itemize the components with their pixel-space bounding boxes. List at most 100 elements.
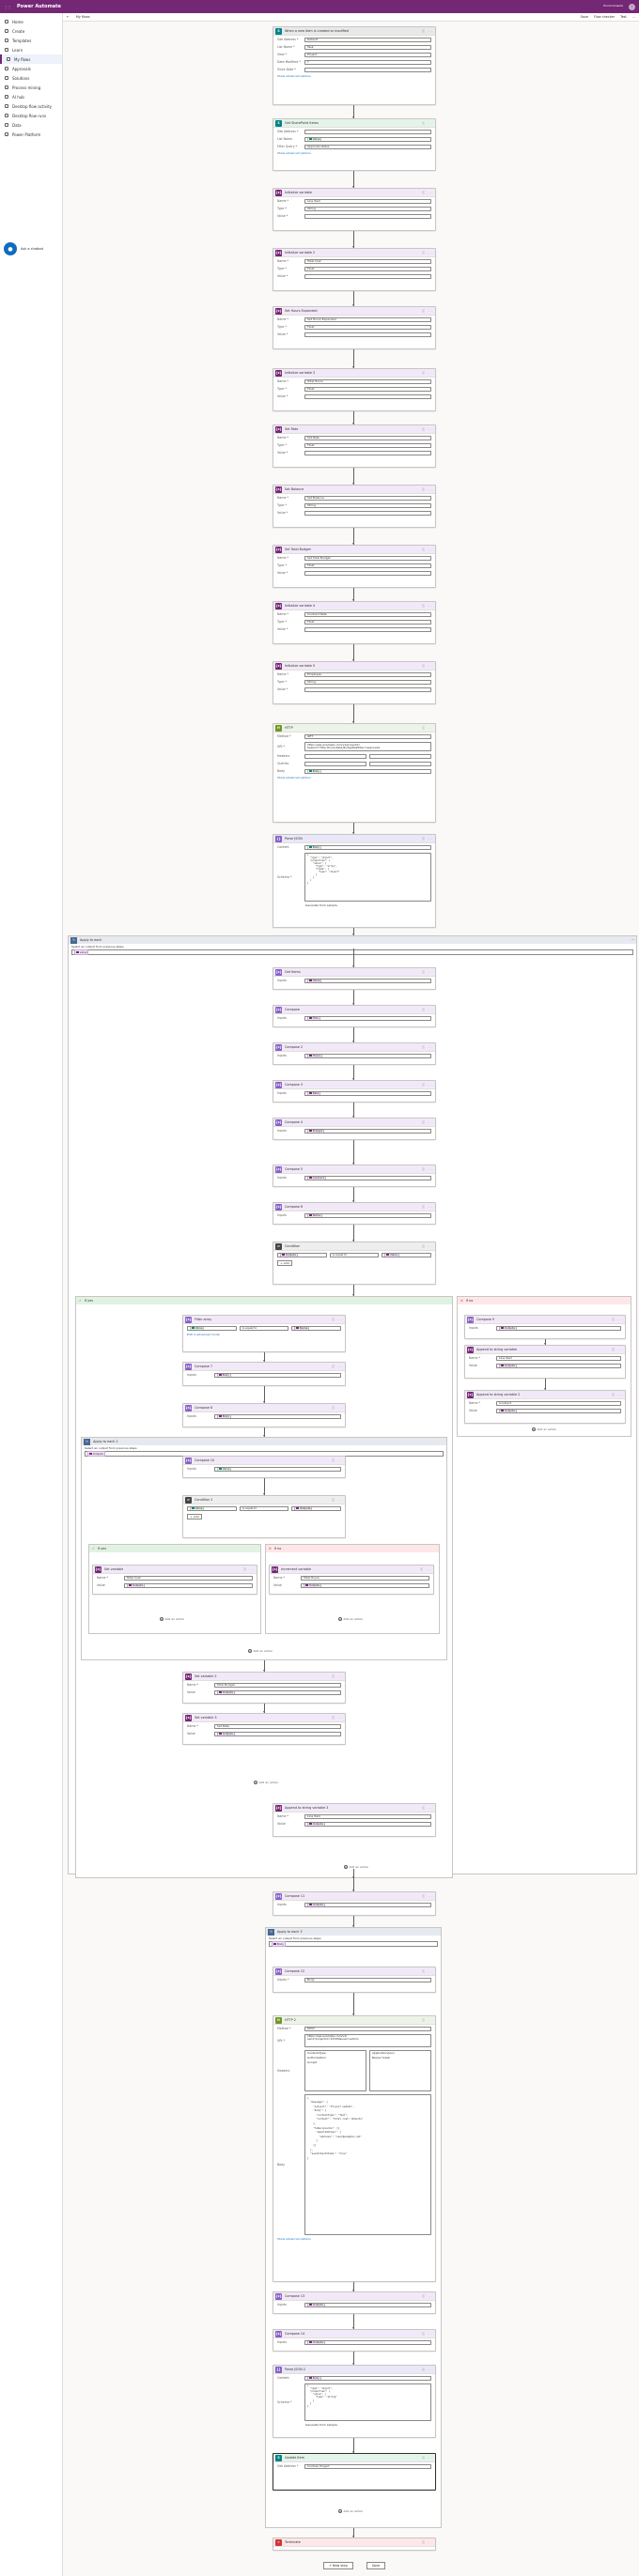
field-input[interactable]: String <box>304 502 431 508</box>
action-header[interactable]: {x} Initialize variable ⓘ ··· <box>273 189 435 197</box>
condition-left[interactable]: Outputs <box>277 1252 327 1257</box>
action-card[interactable]: {x} Compose 11 ⓘ ··· Inputs Outputs <box>273 1891 436 1916</box>
nav-item[interactable]: Create <box>0 26 62 36</box>
field-input[interactable]: Set Balance <box>304 495 431 501</box>
nav-item[interactable]: Data <box>0 120 62 130</box>
field-input[interactable]: Contract <box>496 1400 621 1406</box>
field-input[interactable]: Task <box>304 44 431 50</box>
add-action-button[interactable]: + Add an action <box>338 1617 363 1621</box>
action-header[interactable]: {x} Get Items ⓘ ··· <box>273 968 435 977</box>
field-input[interactable]: Contoso Project <box>304 2463 431 2469</box>
action-header[interactable]: {x} Set Rate ⓘ ··· <box>273 425 435 434</box>
more-options-icon[interactable]: ⓘ ··· <box>422 604 433 608</box>
generate-from-sample-button[interactable]: Generate from sample <box>302 2422 435 2428</box>
filter-right[interactable]: Name <box>291 1325 342 1331</box>
more-options-icon[interactable]: ⓘ ··· <box>422 1205 433 1209</box>
dynamic-content-token[interactable]: Contract <box>307 1176 326 1180</box>
action-card[interactable]: {x} Compose 14 ⓘ ··· Inputs Outputs <box>273 2329 436 2352</box>
field-input[interactable]: Value <box>214 1466 341 1472</box>
key-field[interactable] <box>304 753 366 759</box>
field-input[interactable]: Hours <box>304 1053 431 1058</box>
more-options-icon[interactable]: ⓘ ··· <box>422 1083 433 1087</box>
action-card[interactable]: {x} Compose 6 ⓘ ··· Inputs Name <box>273 1202 436 1225</box>
body-field[interactable]: Body <box>304 768 431 774</box>
dynamic-content-token[interactable]: Rate <box>307 1091 321 1095</box>
dynamic-content-token[interactable]: Value <box>217 1467 232 1471</box>
action-header[interactable]: {x} Append to string variable ⓘ ··· <box>465 1346 625 1354</box>
loop-header[interactable]: ↻ Apply to each ··· <box>69 936 636 944</box>
dynamic-content-token[interactable]: Hours <box>307 1054 322 1057</box>
more-options-icon[interactable]: ⓘ ··· <box>422 29 433 33</box>
nav-item[interactable]: AI hub <box>0 92 62 101</box>
action-card[interactable]: ✕ Terminate ⓘ ··· <box>273 2537 436 2551</box>
action-card[interactable]: H HTTP 2 ⓘ ··· Method * POST URI * https://api… <box>273 2015 436 2282</box>
action-header[interactable]: {x} Set variable 3 ⓘ ··· <box>183 1714 345 1722</box>
field-input[interactable]: Contract <box>304 1175 431 1180</box>
nav-item[interactable]: Approvals <box>0 64 62 73</box>
dynamic-content-token[interactable]: value <box>74 949 89 955</box>
field-input[interactable]: Set Rate <box>304 435 431 440</box>
action-header[interactable]: {x} Compose 11 ⓘ ··· <box>273 1892 435 1901</box>
action-card[interactable]: {x} Compose 5 ⓘ ··· Inputs Contract <box>273 1165 436 1187</box>
more-options-icon[interactable]: ⓘ ··· <box>422 371 433 375</box>
dynamic-content-token[interactable]: Outputs <box>307 1822 325 1826</box>
dynamic-content-token[interactable]: Title <box>307 1016 320 1020</box>
action-header[interactable]: {x} Compose 4 ⓘ ··· <box>273 1118 435 1127</box>
header-key[interactable]: Content-Type Authorization Accept <box>304 2049 366 2091</box>
field-input[interactable]: Total Hours <box>304 378 431 384</box>
action-header[interactable]: {x} Set variable ⓘ ··· <box>93 1566 257 1574</box>
nav-item[interactable]: My flows <box>0 54 62 64</box>
action-card[interactable]: {x} Increment variable ⓘ ··· Name * Total Ho… <box>269 1565 434 1595</box>
action-header[interactable]: {x} Filter array ⓘ ··· <box>183 1316 345 1324</box>
action-header[interactable]: {x} Compose 6 ⓘ ··· <box>273 1203 435 1211</box>
more-options-icon[interactable]: ⓘ ··· <box>612 1318 623 1321</box>
condition-left[interactable]: Value <box>187 1505 237 1511</box>
action-card[interactable]: S When a new item is created or modified ⓘ… <box>273 26 436 105</box>
dynamic-content-token[interactable]: Body <box>217 1373 231 1377</box>
action-header[interactable]: S When a new item is created or modified ⓘ… <box>273 27 435 36</box>
add-action-button[interactable]: + Add an action <box>248 1649 273 1653</box>
more-options-icon[interactable]: ⓘ ··· <box>422 664 433 668</box>
action-header[interactable]: {x} Set Balance ⓘ ··· <box>273 486 435 494</box>
action-header[interactable]: {x} Set variable 2 ⓘ ··· <box>183 1673 345 1681</box>
condition-right[interactable]: Outputs <box>291 1505 342 1511</box>
action-header[interactable]: {x} Increment variable ⓘ ··· <box>270 1566 433 1574</box>
action-card[interactable]: {x} Compose 9 ⓘ ··· Inputs Outputs <box>464 1315 626 1339</box>
toolbar-button[interactable]: Save <box>581 15 588 19</box>
more-options-icon[interactable]: ⓘ ··· <box>332 1458 343 1462</box>
more-options-icon[interactable]: ⓘ ··· <box>332 1674 343 1678</box>
more-options-icon[interactable]: ⓘ ··· <box>422 2368 433 2371</box>
schema-editor[interactable]: { "type": "object", "properties": { "val… <box>304 852 431 902</box>
action-header[interactable]: {} Parse JSON ⓘ ··· <box>273 835 435 843</box>
dynamic-content-token[interactable]: Body <box>217 1414 231 1418</box>
more-options-icon[interactable]: ⓘ ··· <box>332 1716 343 1720</box>
header-value[interactable]: application/json Bearer token <box>369 2049 431 2091</box>
action-card[interactable]: {x} Filter array ⓘ ··· Value is equal to Name… <box>182 1315 346 1352</box>
more-options-icon[interactable]: ⓘ ··· <box>422 2294 433 2298</box>
dynamic-content-token[interactable]: Name <box>294 1326 310 1330</box>
dynamic-content-token[interactable]: Outputs <box>217 1732 235 1735</box>
generate-from-sample-button[interactable]: Generate from sample <box>302 902 435 908</box>
nav-item[interactable]: Learn <box>0 45 62 54</box>
action-header[interactable]: {x} Set Hours Expended ⓘ ··· <box>273 307 435 316</box>
field-input[interactable]: Set Hours Expended <box>304 316 431 322</box>
field-input[interactable]: Title <box>304 1015 431 1021</box>
action-card[interactable]: {x} Set Total Budget ⓘ ··· Name * Set Total … <box>273 545 436 588</box>
field-input[interactable]: Float <box>304 386 431 392</box>
save-button[interactable]: Save <box>366 2562 386 2569</box>
field-input[interactable]: Float <box>304 563 431 568</box>
dynamic-content-token[interactable]: Outputs <box>87 1451 105 1457</box>
action-header[interactable]: S Update item ⓘ ··· <box>273 2454 435 2462</box>
field-input[interactable] <box>304 570 431 576</box>
more-options-icon[interactable]: ⓘ ··· <box>422 1969 433 1973</box>
dynamic-content-token[interactable]: Outputs <box>294 1506 313 1510</box>
more-options-icon[interactable]: ··· <box>631 938 634 942</box>
loop-header[interactable]: ↻ Apply to each 2 <box>82 1438 446 1445</box>
field-input[interactable] <box>304 129 431 134</box>
advanced-options-link[interactable]: Show advanced options <box>273 150 435 156</box>
nav-item[interactable]: Solutions <box>0 73 62 83</box>
field-input[interactable]: Outputs <box>496 1325 621 1331</box>
toolbar-button[interactable]: ... <box>632 15 635 19</box>
field-input[interactable] <box>304 626 431 632</box>
field-input[interactable]: Value <box>304 136 431 142</box>
